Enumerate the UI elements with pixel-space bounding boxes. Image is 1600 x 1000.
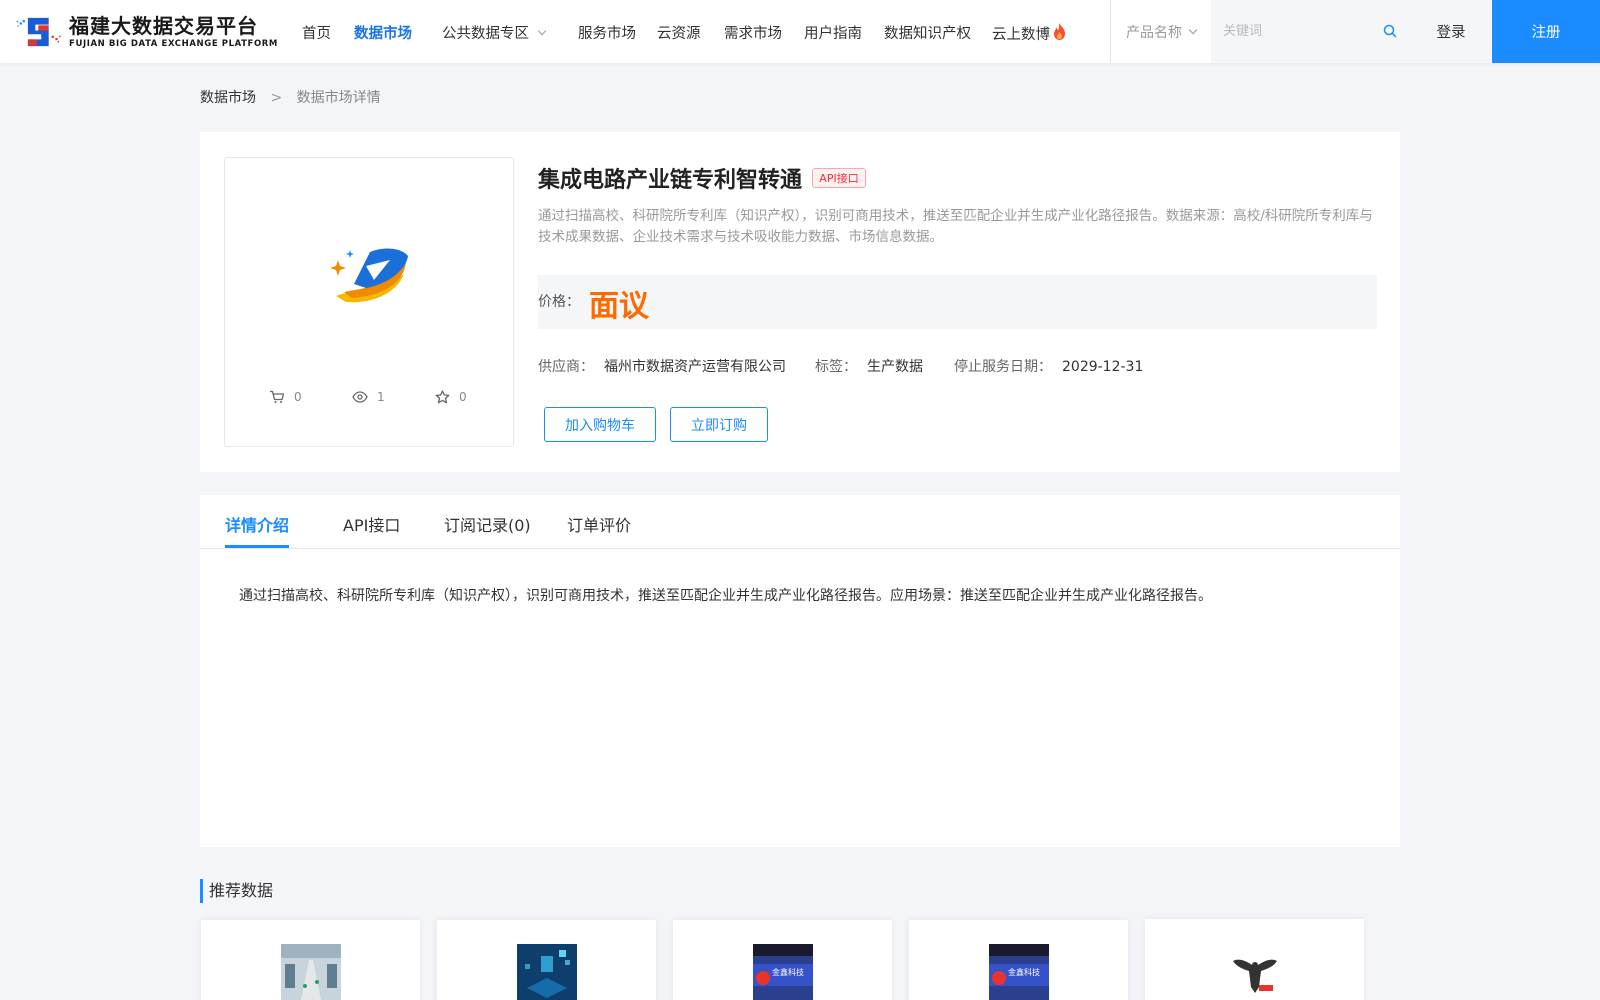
cart-count-stat: 0	[269, 390, 302, 404]
chevron-down-icon	[537, 26, 547, 36]
end-date-label: 停止服务日期：	[954, 359, 1052, 375]
tab-api[interactable]: API接口	[343, 512, 400, 536]
recommended-title: 推荐数据	[200, 879, 273, 903]
cart-icon	[270, 390, 285, 403]
jinxin-tech-image-icon: 金鑫科技	[753, 944, 813, 1000]
search-type-select[interactable]: 产品名称	[1126, 22, 1198, 42]
search-type-label: 产品名称	[1126, 25, 1182, 41]
recommended-card[interactable]: 金鑫科技	[673, 920, 892, 1000]
recommended-card[interactable]	[201, 920, 420, 1000]
nav-demand-market[interactable]: 需求市场	[724, 22, 782, 43]
tabs-panel: 详情介绍 API接口 订阅记录(0) 订单评价 通过扫描高校、科研院所专利库（知…	[200, 495, 1400, 847]
product-description: 通过扫描高校、科研院所专利库（知识产权），识别可商用技术，推送至匹配企业并生成产…	[538, 208, 1373, 245]
recommended-thumbnail: 金鑫科技	[989, 944, 1049, 1000]
nav-cloud-expo-label: 云上数博	[992, 27, 1050, 43]
price-box: 价格： 面议	[538, 275, 1377, 329]
breadcrumb-current: 数据市场详情	[296, 90, 381, 106]
eye-icon	[352, 391, 368, 403]
nav-home[interactable]: 首页	[302, 22, 331, 43]
supplier-label: 供应商：	[538, 359, 594, 375]
logo-mark-icon	[16, 17, 61, 47]
view-count: 1	[377, 390, 385, 404]
tag-label: 标签：	[815, 359, 857, 375]
tech-image-icon	[517, 944, 577, 1000]
nav-user-guide[interactable]: 用户指南	[804, 22, 862, 43]
tab-subscription-records[interactable]: 订阅记录(0)	[444, 512, 531, 536]
recommended-thumbnail: 金鑫科技	[753, 944, 813, 1000]
end-date-value: 2029-12-31	[1062, 359, 1144, 375]
price-value: 面议	[589, 289, 649, 324]
nav-data-market[interactable]: 数据市场	[354, 22, 412, 43]
favorite-count: 0	[459, 390, 467, 404]
nav-cloud-resources[interactable]: 云资源	[657, 22, 701, 43]
product-panel: 0 1 0 集成电路产业链专利智转通 API接口 通过扫描高校、科研院所专利库（…	[200, 132, 1400, 472]
fire-icon	[1054, 23, 1065, 40]
chevron-down-icon	[1188, 25, 1198, 35]
header-divider	[1110, 0, 1111, 63]
search-icon[interactable]	[1383, 24, 1397, 38]
price-label: 价格：	[538, 294, 580, 310]
view-count-stat: 1	[352, 390, 385, 404]
nav-cloud-expo[interactable]: 云上数博	[992, 22, 1067, 44]
subscribe-button[interactable]: 立即订购	[670, 407, 768, 442]
eagle-logo-icon	[1225, 943, 1285, 999]
top-header: 福建大数据交易平台 FUJIAN BIG DATA EXCHANGE PLATF…	[0, 0, 1600, 63]
tag-field: 标签： 生产数据	[815, 356, 923, 376]
recommended-card[interactable]	[437, 920, 656, 1000]
nav-data-ip[interactable]: 数据知识产权	[884, 22, 971, 43]
recommended-thumbnail	[281, 944, 341, 1000]
tab-order-reviews[interactable]: 订单评价	[567, 512, 631, 536]
recommended-thumbnail	[517, 944, 577, 1000]
tag-value: 生产数据	[867, 359, 923, 375]
tab-details[interactable]: 详情介绍	[225, 512, 289, 536]
supplier-value: 福州市数据资产运营有限公司	[604, 359, 786, 375]
breadcrumb: 数据市场 > 数据市场详情	[200, 87, 381, 107]
cart-count: 0	[294, 390, 302, 404]
product-logo-icon	[330, 248, 408, 303]
breadcrumb-separator: >	[270, 90, 283, 106]
thumb-text: 金鑫科技	[1008, 967, 1040, 977]
register-button[interactable]: 注册	[1492, 0, 1600, 63]
tabs-divider	[200, 548, 1400, 549]
search-input[interactable]	[1223, 18, 1373, 44]
recommended-thumbnail	[1225, 943, 1285, 999]
favorite-count-stat[interactable]: 0	[435, 390, 467, 404]
add-to-cart-button[interactable]: 加入购物车	[544, 407, 656, 442]
product-image-box: 0 1 0	[224, 157, 514, 447]
login-button[interactable]: 登录	[1411, 0, 1491, 63]
thumb-text: 金鑫科技	[772, 967, 804, 977]
logo-subtitle: FUJIAN BIG DATA EXCHANGE PLATFORM	[69, 39, 278, 49]
logo-title: 福建大数据交易平台	[69, 14, 259, 38]
nav-public-data-label: 公共数据专区	[442, 26, 529, 42]
product-title: 集成电路产业链专利智转通	[538, 168, 803, 193]
search-box	[1211, 0, 1411, 63]
site-logo[interactable]: 福建大数据交易平台 FUJIAN BIG DATA EXCHANGE PLATF…	[16, 9, 278, 55]
end-date-field: 停止服务日期： 2029-12-31	[954, 356, 1143, 376]
breadcrumb-root[interactable]: 数据市场	[200, 90, 256, 106]
recommended-card[interactable]	[1145, 919, 1364, 1000]
nav-service-market[interactable]: 服务市场	[578, 22, 636, 43]
supplier-field: 供应商： 福州市数据资产运营有限公司	[538, 356, 786, 376]
detail-text: 通过扫描高校、科研院所专利库（知识产权），识别可商用技术，推送至匹配企业并生成产…	[239, 588, 1212, 604]
recommended-card[interactable]: 金鑫科技	[909, 920, 1128, 1000]
jinxin-tech-image-icon: 金鑫科技	[989, 944, 1049, 1000]
factory-image-icon	[281, 944, 341, 1000]
star-icon[interactable]	[435, 390, 450, 404]
api-badge: API接口	[812, 168, 866, 188]
nav-public-data[interactable]: 公共数据专区	[442, 22, 547, 43]
